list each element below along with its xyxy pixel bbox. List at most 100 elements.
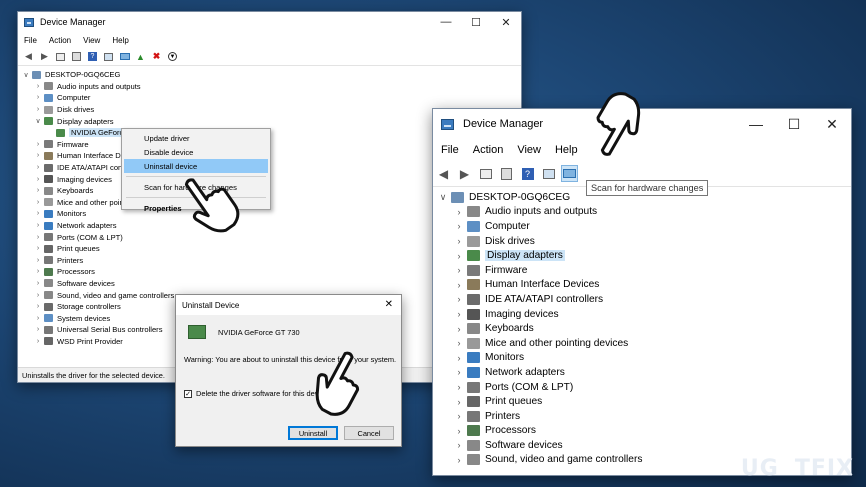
mouse-icon (467, 337, 480, 349)
red-x-icon: ✖ (152, 51, 161, 61)
cancel-button[interactable]: Cancel (344, 426, 394, 440)
chevron-right-icon: › (36, 303, 40, 311)
chevron-right-icon: › (457, 221, 461, 232)
menu-help[interactable]: Help (112, 36, 128, 45)
properties-icon (501, 167, 512, 180)
chevron-right-icon: › (457, 411, 461, 422)
print-queue-icon (44, 244, 53, 253)
dialog-title: Uninstall Device (182, 300, 240, 310)
tree-item[interactable]: › Imaging devices (433, 307, 851, 322)
tree-item[interactable]: › Network adapters (433, 365, 851, 380)
chevron-right-icon: › (36, 291, 40, 299)
hid-icon (467, 279, 480, 291)
tree-item[interactable]: › Mice and other pointing devices (433, 336, 851, 351)
tree-item[interactable]: › Print queues (433, 394, 851, 409)
enable-device-button[interactable]: ▼ (166, 50, 179, 63)
sound-icon (467, 454, 480, 466)
tree-item[interactable]: › Processors (433, 424, 851, 439)
tree-item[interactable]: › Computer (18, 92, 521, 104)
chevron-right-icon: › (457, 206, 461, 217)
properties-icon (72, 52, 81, 61)
tree-item[interactable]: › Software devices (433, 438, 851, 453)
menu-view[interactable]: View (517, 144, 541, 156)
tree-item[interactable]: › Audio inputs and outputs (18, 81, 521, 93)
uninstall-button[interactable]: ✖ (150, 50, 163, 63)
menu-item-disable-device[interactable]: Disable device (124, 145, 268, 159)
tree-item[interactable]: › Keyboards (433, 321, 851, 336)
back-button[interactable]: ◀ (435, 165, 452, 182)
menu-item-update-driver[interactable]: Update driver (124, 131, 268, 145)
menu-action[interactable]: Action (49, 36, 71, 45)
hand-pointer-icon (596, 92, 641, 156)
chevron-right-icon: › (457, 425, 461, 436)
menu-file[interactable]: File (24, 36, 37, 45)
forward-button[interactable]: ▶ (456, 165, 473, 182)
menu-help[interactable]: Help (555, 144, 578, 156)
keyboard-icon (467, 323, 480, 335)
dialog-title-bar: Uninstall Device ✕ (176, 295, 401, 315)
chevron-right-icon: › (36, 256, 40, 264)
dialog-close-button[interactable]: ✕ (385, 299, 393, 310)
back-button[interactable]: ◀ (22, 50, 35, 63)
scan-hardware-button[interactable] (118, 50, 131, 63)
menu-file[interactable]: File (441, 144, 459, 156)
tree-item[interactable]: › Human Interface Devices (433, 278, 851, 293)
tree-item[interactable]: › Computer (433, 219, 851, 234)
network-icon (44, 221, 53, 230)
delete-driver-checkbox[interactable]: ✓ (184, 389, 192, 398)
monitor-icon (563, 169, 576, 178)
view-button[interactable] (540, 165, 557, 182)
storage-icon (44, 302, 53, 311)
tree-item[interactable]: › Printers (433, 409, 851, 424)
tree-item[interactable]: › Audio inputs and outputs (433, 205, 851, 220)
menu-bar: File Action View Help (18, 32, 521, 48)
chevron-right-icon: › (457, 454, 461, 465)
forward-button[interactable]: ▶ (38, 50, 51, 63)
close-button[interactable]: ✕ (813, 109, 851, 139)
tree-item[interactable]: › IDE ATA/ATAPI controllers (433, 292, 851, 307)
tree-item[interactable]: › Disk drives (433, 234, 851, 249)
update-driver-button[interactable]: ▲ (134, 50, 147, 63)
title-bar: Device Manager — ☐ ✕ (18, 12, 521, 32)
scan-hardware-button[interactable] (561, 165, 578, 182)
view-icon (542, 168, 555, 179)
minimize-button[interactable]: — (431, 12, 461, 32)
show-hide-tree-button[interactable] (54, 50, 67, 63)
tree-item-highlighted[interactable]: › Display adapters (433, 248, 851, 263)
help-button[interactable]: ? (86, 50, 99, 63)
tree-item[interactable]: › Ports (COM & LPT) (433, 380, 851, 395)
disk-icon (467, 235, 480, 247)
minimize-button[interactable]: — (737, 109, 775, 139)
help-button[interactable]: ? (519, 165, 536, 182)
monitor-icon (467, 352, 480, 364)
system-device-icon (44, 314, 53, 323)
chevron-right-icon: › (36, 314, 40, 322)
chevron-right-icon: › (36, 337, 40, 345)
uninstall-button[interactable]: Uninstall (288, 426, 338, 440)
tree-root[interactable]: ∨ DESKTOP-0GQ6CEG (18, 69, 521, 81)
view-button[interactable] (102, 50, 115, 63)
menu-action[interactable]: Action (473, 144, 504, 156)
chevron-right-icon: › (36, 164, 40, 172)
hand-pointer-icon (315, 351, 360, 416)
properties-button[interactable] (498, 165, 515, 182)
usb-icon (44, 325, 53, 334)
maximize-button[interactable]: ☐ (461, 12, 491, 32)
window-controls: — ☐ ✕ (737, 109, 851, 139)
close-button[interactable]: ✕ (491, 12, 521, 32)
help-icon: ? (521, 167, 534, 180)
ide-icon (44, 163, 53, 172)
tree-item[interactable]: › Firmware (433, 263, 851, 278)
tree-item[interactable]: › Monitors (433, 351, 851, 366)
tree-icon (56, 52, 65, 61)
show-hide-tree-button[interactable] (477, 165, 494, 182)
properties-button[interactable] (70, 50, 83, 63)
chevron-right-icon: › (457, 309, 461, 320)
window-controls: — ☐ ✕ (431, 12, 521, 32)
wsd-printer-icon (44, 337, 53, 346)
processor-icon (467, 425, 480, 437)
maximize-button[interactable]: ☐ (775, 109, 813, 139)
menu-view[interactable]: View (83, 36, 100, 45)
ide-icon (467, 293, 480, 305)
printer-icon (44, 256, 53, 265)
